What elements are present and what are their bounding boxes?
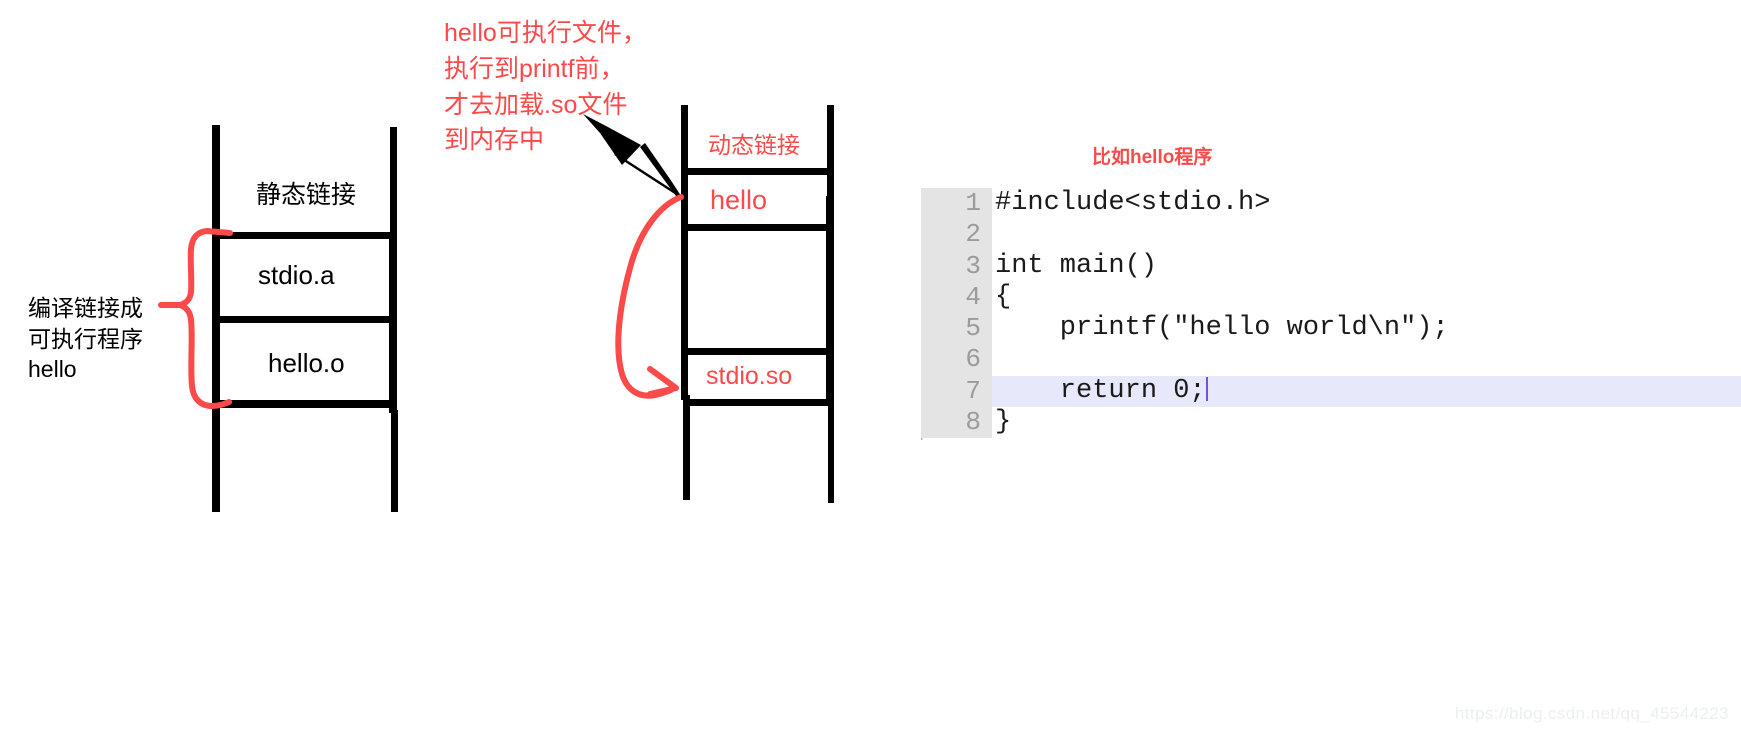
code-line[interactable]: 6 — [921, 344, 1741, 376]
code-line-number: 2 — [921, 219, 992, 251]
code-line-text[interactable] — [992, 344, 1741, 375]
dynamic-link-row-hello: hello — [710, 185, 768, 215]
static-link-row-hello-o: hello.o — [268, 348, 345, 378]
code-line-number: 7 — [921, 375, 992, 408]
code-line[interactable]: 3 int main() — [921, 250, 1741, 282]
program-example-label: 比如hello程序 — [1092, 147, 1213, 168]
dynamic-link-ladder — [681, 105, 834, 503]
code-line-number: 1 — [921, 188, 992, 220]
dynamic-link-row-stdio-so: stdio.so — [706, 362, 793, 390]
runtime-load-arrow — [615, 194, 684, 399]
whiteboard-canvas: 静态链接 stdio.a hello.o 编译链接成 可执行程序 hello 动… — [0, 0, 1741, 734]
static-link-row-stdio-a: stdio.a — [258, 260, 335, 290]
code-line-text[interactable]: printf("hello world\n"); — [992, 313, 1741, 344]
code-line-text[interactable]: } — [992, 407, 1741, 438]
code-line-text[interactable] — [992, 219, 1741, 250]
code-line-text[interactable]: #include<stdio.h> — [992, 188, 1741, 219]
compile-link-note: 编译链接成 可执行程序 hello — [28, 295, 143, 383]
text-cursor — [1205, 376, 1208, 401]
static-link-title: 静态链接 — [256, 181, 357, 209]
code-line[interactable]: 8} — [921, 407, 1741, 439]
code-line-number: 4 — [921, 281, 992, 314]
code-line-number: 8 — [921, 407, 992, 439]
code-line-text[interactable]: { — [992, 282, 1741, 313]
dynamic-load-annotation: hello可执行文件， 执行到printf前， 才去加载.so文件 到内存中 — [444, 19, 647, 155]
code-line[interactable]: 7 return 0; — [921, 375, 1741, 408]
code-line-text[interactable]: return 0; — [992, 375, 1741, 408]
code-line[interactable]: 2 — [921, 219, 1741, 251]
code-line-text[interactable]: int main() — [992, 251, 1741, 282]
compile-link-brace — [158, 228, 233, 409]
code-editor[interactable]: 1 #include<stdio.h> 2 3 int main() 4{5 printf… — [921, 188, 1741, 440]
watermark: https://blog.csdn.net/qq_45544223 — [1454, 704, 1729, 723]
code-line[interactable]: 5 printf("hello world\n"); — [921, 313, 1741, 345]
code-line-number: 5 — [921, 313, 992, 345]
code-line-number: 6 — [921, 344, 992, 376]
code-line[interactable]: 1 #include<stdio.h> — [921, 188, 1741, 220]
dynamic-link-title: 动态链接 — [708, 132, 800, 158]
code-line[interactable]: 4{ — [921, 281, 1741, 314]
code-line-number: 3 — [921, 250, 992, 282]
